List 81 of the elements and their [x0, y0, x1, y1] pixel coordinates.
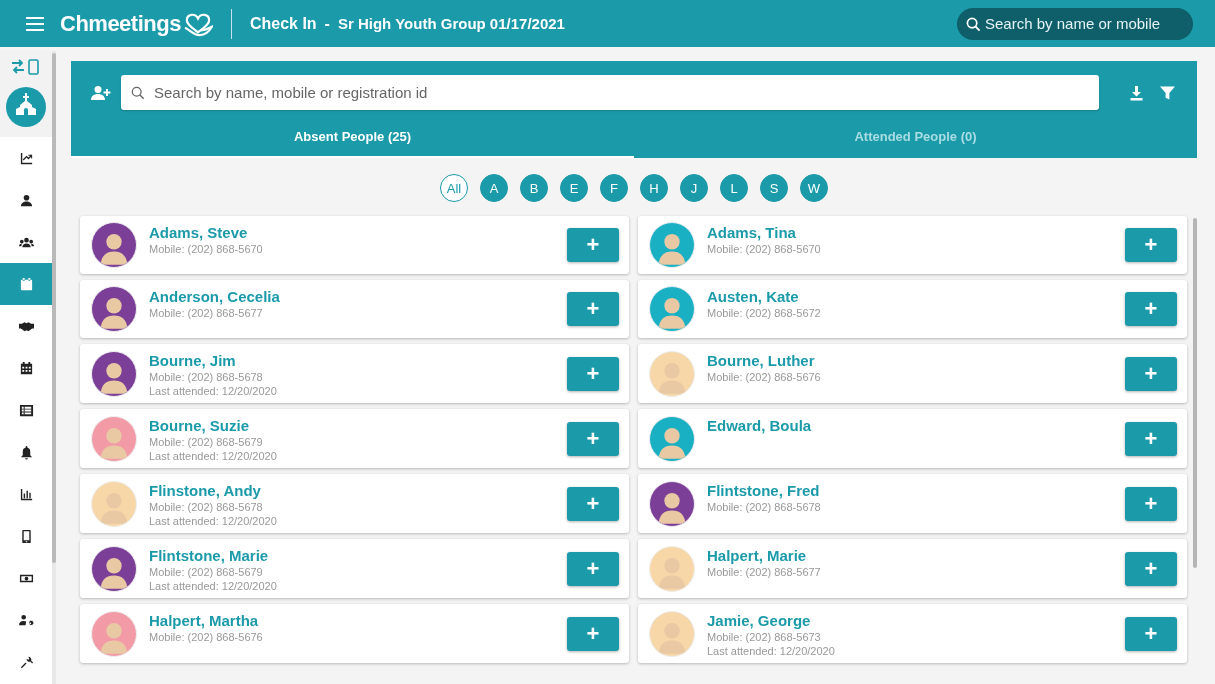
chart-icon	[18, 150, 34, 166]
check-in-button[interactable]: +	[567, 616, 619, 651]
tab[interactable]: Attended People (0)	[634, 119, 1197, 158]
check-in-button[interactable]: +	[567, 228, 619, 262]
person-name[interactable]: Anderson, Cecelia	[149, 287, 280, 306]
bar-chart-icon	[18, 486, 34, 502]
letter-filter[interactable]: W	[800, 174, 828, 202]
person-detail: Last attended: 12/20/2020	[149, 449, 277, 463]
check-in-button[interactable]: +	[567, 421, 619, 456]
person-detail: Mobile: (202) 868-5672	[707, 306, 821, 320]
search-icon	[131, 86, 145, 100]
letter-filter[interactable]: L	[720, 174, 748, 202]
filter-icon[interactable]	[1160, 84, 1175, 101]
person-detail: Mobile: (202) 868-5670	[149, 242, 263, 256]
tools-icon	[18, 654, 34, 670]
check-in-button[interactable]: +	[1125, 292, 1177, 326]
check-in-button[interactable]: +	[567, 356, 619, 391]
check-in-button[interactable]: +	[567, 486, 619, 521]
check-in-button[interactable]: +	[1125, 421, 1177, 456]
search-field[interactable]: Search by name, mobile or registration id	[121, 75, 1099, 110]
calendar-icon	[18, 276, 34, 292]
check-in-button[interactable]: +	[1125, 228, 1177, 262]
check-in-button[interactable]: +	[1125, 486, 1177, 521]
person-detail: Last attended: 12/20/2020	[149, 579, 277, 593]
download-icon[interactable]	[1129, 84, 1144, 101]
check-in-button[interactable]: +	[567, 292, 619, 326]
person-detail: Mobile: (202) 868-5677	[707, 565, 821, 579]
person-name[interactable]: Flintstone, Fred	[707, 481, 820, 500]
letter-filter[interactable]: A	[480, 174, 508, 202]
person-name[interactable]: Adams, Tina	[707, 223, 796, 242]
event-name: Sr High Youth Group 01/17/2021	[337, 15, 565, 32]
person-detail: Mobile: (202) 868-5678	[149, 370, 263, 384]
search-icon	[966, 16, 981, 32]
person-detail: Mobile: (202) 868-5679	[149, 565, 263, 579]
tab[interactable]: Absent People (25)	[71, 119, 634, 158]
person-name[interactable]: Bourne, Suzie	[149, 416, 249, 435]
add-person-icon[interactable]	[91, 84, 111, 101]
swap-device-icon[interactable]	[11, 59, 41, 75]
check-in-button[interactable]: +	[1125, 356, 1177, 391]
letter-filter[interactable]: H	[640, 174, 668, 202]
person-name[interactable]: Halpert, Martha	[149, 611, 259, 630]
brand-name: Chmeetings	[60, 10, 181, 37]
check-in-button[interactable]: +	[1125, 551, 1177, 586]
person-name[interactable]: Austen, Kate	[707, 287, 799, 306]
person-name[interactable]: Flintstone, Marie	[149, 546, 269, 565]
person-name[interactable]: Jamie, George	[707, 611, 811, 630]
letter-filter[interactable]: S	[760, 174, 788, 202]
letter-filter[interactable]: B	[520, 174, 548, 202]
person-icon	[18, 192, 34, 208]
person-name[interactable]: Flinstone, Andy	[149, 481, 261, 500]
check-in-button[interactable]: +	[1125, 616, 1177, 651]
letter-filter[interactable]: J	[680, 174, 708, 202]
person-name[interactable]: Bourne, Luther	[707, 351, 815, 370]
person-detail: Last attended: 12/20/2020	[149, 384, 277, 398]
letter-filter[interactable]: F	[600, 174, 628, 202]
person-detail: Mobile: (202) 868-5677	[149, 306, 263, 320]
menu-icon[interactable]	[26, 16, 44, 31]
person-name[interactable]: Edward, Boula	[707, 416, 812, 435]
person-detail: Mobile: (202) 868-5678	[149, 500, 263, 514]
scrollbar[interactable]	[52, 53, 56, 563]
person-detail: Mobile: (202) 868-5676	[149, 630, 263, 644]
person-detail: Mobile: (202) 868-5678	[707, 500, 821, 514]
person-name[interactable]: Adams, Steve	[149, 223, 248, 242]
title-separator: -	[324, 14, 330, 33]
person-name[interactable]: Bourne, Jim	[149, 351, 236, 370]
person-detail: Mobile: (202) 868-5679	[149, 435, 263, 449]
person-detail: Last attended: 12/20/2020	[149, 514, 277, 528]
person-detail: Mobile: (202) 868-5676	[707, 370, 821, 384]
list-icon	[18, 402, 34, 418]
letter-filter[interactable]: All	[440, 174, 468, 202]
church-logo-icon[interactable]	[6, 87, 46, 127]
letter-filter[interactable]: E	[560, 174, 588, 202]
calendar-grid-icon	[18, 360, 34, 376]
person-name[interactable]: Halpert, Marie	[707, 546, 807, 565]
person-detail: Last attended: 12/20/2020	[707, 644, 835, 658]
scrollbar[interactable]	[1193, 218, 1197, 568]
person-detail: Mobile: (202) 868-5673	[707, 630, 821, 644]
check-in-button[interactable]: +	[567, 551, 619, 586]
page-title: Check In	[249, 14, 317, 33]
global-search-field[interactable]: Search by name or mobile	[957, 7, 1193, 40]
person-detail: Mobile: (202) 868-5670	[707, 242, 821, 256]
